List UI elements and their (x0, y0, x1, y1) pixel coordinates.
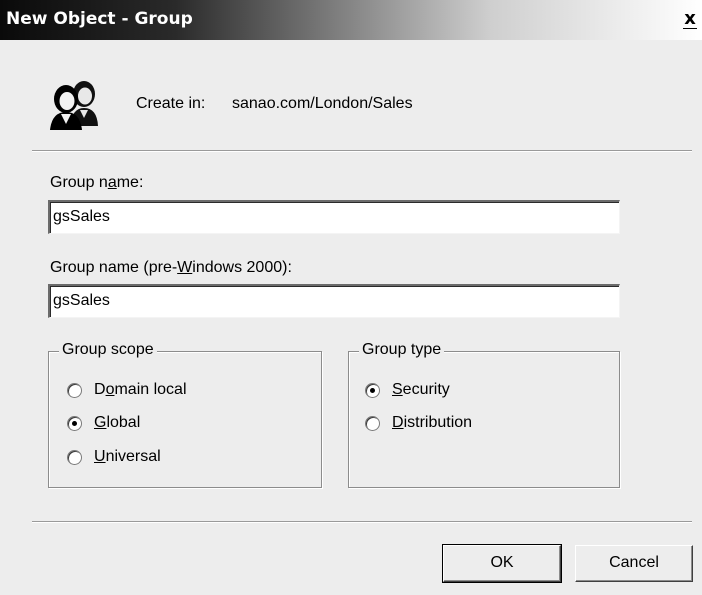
radio-universal-label: Universal (94, 448, 161, 465)
group-name-input[interactable]: gsSales (48, 200, 620, 234)
radio-security-button[interactable] (365, 383, 380, 398)
group-scope-box: Group scope Domain local Global Universa… (48, 341, 322, 488)
cancel-button[interactable]: Cancel (575, 545, 693, 582)
new-object-group-dialog: New Object - Group x Create in: sanao.co… (0, 0, 702, 595)
close-icon[interactable]: x (681, 8, 699, 30)
radio-global-button[interactable] (67, 416, 82, 431)
radio-domain-local-label: Domain local (94, 381, 187, 398)
window-title: New Object - Group (6, 9, 193, 29)
ok-button[interactable]: OK (442, 544, 562, 583)
radio-domain-local-button[interactable] (67, 383, 82, 398)
create-in-label: Create in: (136, 95, 206, 112)
group-name-label: Group name: (50, 174, 144, 191)
radio-distribution-button[interactable] (365, 416, 380, 431)
top-divider (32, 150, 692, 152)
title-bar[interactable]: New Object - Group x (0, 0, 702, 40)
group-users-icon (50, 81, 98, 130)
group-name-pre2000-input[interactable]: gsSales (48, 284, 620, 318)
radio-security-label: Security (392, 381, 450, 398)
group-scope-legend: Group scope (59, 341, 157, 359)
radio-global-label: Global (94, 414, 141, 431)
radio-distribution-label: Distribution (392, 414, 473, 431)
radio-universal-button[interactable] (67, 450, 82, 465)
group-type-legend: Group type (359, 341, 445, 359)
bottom-divider (32, 521, 692, 523)
group-type-box: Group type Security Distribution (348, 341, 620, 488)
group-name-pre2000-label: Group name (pre-Windows 2000): (50, 259, 292, 276)
create-in-path: sanao.com/London/Sales (232, 95, 413, 112)
